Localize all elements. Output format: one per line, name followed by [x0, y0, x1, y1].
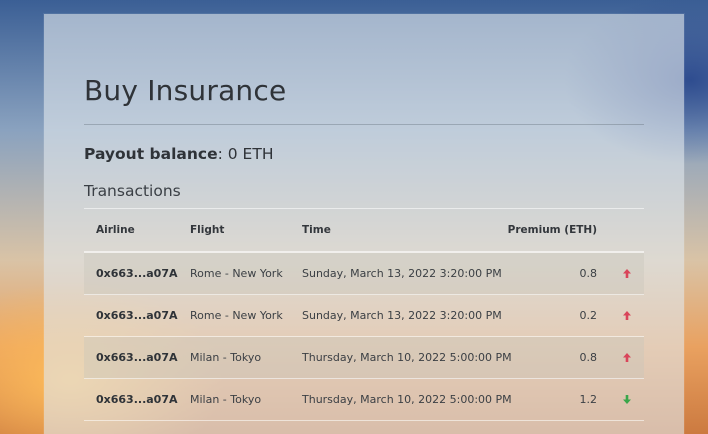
- time-cell: Sunday, March 13, 2022 3:20:00 PM: [302, 267, 502, 280]
- airline-cell: 0x663...a07A: [96, 393, 178, 406]
- column-header-flight: Flight: [190, 224, 225, 236]
- time-cell: Sunday, March 13, 2022 3:20:00 PM: [302, 309, 502, 322]
- airline-cell: 0x663...a07A: [96, 309, 178, 322]
- payout-balance: Payout balance: 0 ETH: [84, 145, 273, 163]
- flight-cell: Rome - New York: [190, 267, 283, 280]
- transactions-heading: Transactions: [84, 182, 181, 200]
- column-header-time: Time: [302, 224, 331, 236]
- insurance-panel: Buy Insurance Payout balance: 0 ETH Tran…: [44, 14, 684, 434]
- airline-cell: 0x663...a07A: [96, 351, 178, 364]
- time-cell: Thursday, March 10, 2022 5:00:00 PM: [302, 351, 512, 364]
- premium-cell: 0.8: [579, 351, 598, 364]
- table-header: Airline Flight Time Premium (ETH): [84, 208, 644, 253]
- arrow-up-icon: [620, 253, 634, 294]
- title-divider: [84, 124, 644, 125]
- transactions-table: Airline Flight Time Premium (ETH) 0x663.…: [84, 208, 644, 421]
- payout-balance-separator: :: [217, 145, 223, 163]
- premium-cell: 0.2: [579, 309, 598, 322]
- arrow-up-icon: [620, 295, 634, 336]
- payout-balance-value: 0 ETH: [227, 145, 274, 163]
- flight-cell: Milan - Tokyo: [190, 393, 262, 406]
- table-row: 0x663...a07A Milan - Tokyo Thursday, March…: [84, 379, 644, 421]
- table-row: 0x663...a07A Rome - New York Sunday, March…: [84, 253, 644, 295]
- flight-cell: Milan - Tokyo: [190, 351, 262, 364]
- flight-cell: Rome - New York: [190, 309, 283, 322]
- time-cell: Thursday, March 10, 2022 5:00:00 PM: [302, 393, 512, 406]
- premium-cell: 1.2: [579, 393, 598, 406]
- payout-balance-label: Payout balance: [84, 145, 218, 163]
- arrow-down-icon: [620, 379, 634, 420]
- column-header-airline: Airline: [96, 224, 135, 236]
- table-row: 0x663...a07A Rome - New York Sunday, March…: [84, 295, 644, 337]
- airline-cell: 0x663...a07A: [96, 267, 178, 280]
- page-title: Buy Insurance: [84, 74, 287, 107]
- column-header-premium: Premium (ETH): [507, 224, 597, 236]
- premium-cell: 0.8: [579, 267, 598, 280]
- table-row: 0x663...a07A Milan - Tokyo Thursday, March…: [84, 337, 644, 379]
- table-body: 0x663...a07A Rome - New York Sunday, March…: [84, 253, 644, 421]
- arrow-up-icon: [620, 337, 634, 378]
